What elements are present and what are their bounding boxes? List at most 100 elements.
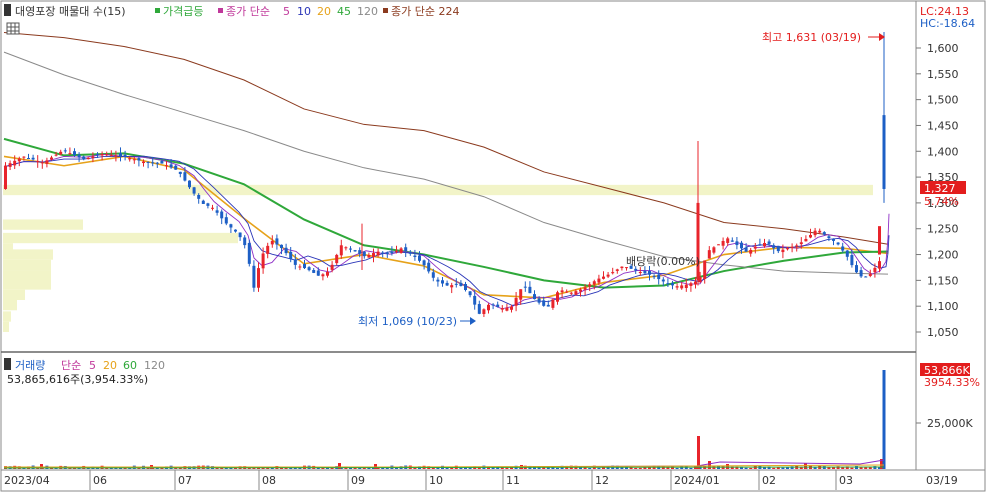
legend-ma224: 종가 단순 224: [391, 5, 459, 18]
candle-body: [799, 242, 803, 245]
candle-body: [482, 309, 486, 315]
candle-body: [243, 237, 247, 246]
y-tick-label: 1,550: [927, 68, 959, 81]
candle-body: [579, 289, 582, 292]
candle-body: [312, 270, 316, 273]
candle-body: [753, 246, 757, 249]
legend-vol-ma-60: 60: [123, 359, 137, 372]
candle-body: [855, 265, 858, 273]
candle-body: [859, 270, 863, 277]
candle-body: [385, 252, 389, 255]
candle-body: [487, 304, 490, 311]
candle-body: [211, 207, 214, 209]
volume-bar: [459, 467, 463, 469]
legend-stock: 대영포장 매물대 수(15): [15, 5, 126, 18]
legend-ma-45: 45: [337, 5, 351, 18]
candle-body: [878, 226, 881, 255]
candle-body: [17, 158, 21, 162]
candle-body: [367, 255, 371, 258]
candle-body: [54, 154, 58, 156]
candle-body: [445, 282, 449, 286]
candle-body: [781, 249, 785, 253]
candle-body: [565, 291, 569, 293]
candle-body: [215, 210, 219, 213]
candle-body: [473, 295, 477, 305]
volume-bar: [850, 467, 854, 469]
legend-vol-ma-20: 20: [103, 359, 117, 372]
candle-body: [546, 304, 550, 307]
candle-body: [326, 271, 329, 276]
candle-body: [836, 242, 840, 245]
y-tick-label: 1,500: [927, 94, 959, 107]
candle-body: [142, 161, 145, 164]
volume-profile-band: [3, 232, 238, 244]
candle-body: [362, 251, 366, 257]
candle-body: [86, 157, 90, 160]
candle-body: [740, 242, 743, 249]
candle-body: [813, 230, 817, 236]
candle-body: [606, 274, 610, 277]
candle-body: [551, 299, 555, 308]
volume-bar: [675, 467, 679, 469]
volume-bar: [841, 467, 845, 469]
candle-body: [514, 297, 518, 306]
candle-body: [758, 244, 762, 246]
candle-body: [151, 162, 155, 164]
candle-body: [809, 234, 812, 238]
candle-body: [22, 156, 26, 158]
candle-body: [776, 245, 780, 252]
candle-body: [505, 307, 509, 311]
candle-body: [224, 217, 228, 224]
candle-body: [349, 248, 352, 250]
x-tick-label: 08: [262, 474, 276, 487]
candle-body: [174, 165, 178, 170]
table-icon[interactable]: [6, 22, 20, 35]
volume-bar: [588, 467, 592, 469]
candle-body: [666, 283, 670, 285]
candle-body: [703, 260, 707, 280]
volume-bar: [804, 463, 807, 469]
candle-body: [335, 254, 339, 264]
volume-bar: [772, 467, 776, 469]
candle-body: [390, 252, 394, 254]
candle-body: [574, 291, 578, 295]
y-tick-label: 1,100: [927, 300, 959, 313]
volume-bar: [556, 467, 559, 469]
candle-body: [266, 245, 270, 254]
candle-body: [717, 244, 720, 246]
legend-bar-icon: [4, 358, 11, 370]
volume-tick-label: 25,000K: [927, 417, 973, 430]
candle-body: [795, 245, 799, 247]
candle-body: [36, 160, 40, 162]
y-tick-label: 1,600: [927, 42, 959, 55]
candle-body: [31, 157, 35, 160]
x-tick-label: 06: [93, 474, 107, 487]
legend-dot-icon: [383, 8, 388, 13]
legend-ma-120: 120: [357, 5, 378, 18]
candle-body: [427, 262, 431, 272]
candle-body: [252, 265, 256, 288]
candle-body: [804, 238, 808, 242]
candle-body: [592, 281, 596, 285]
legend-ma-10: 10: [297, 5, 311, 18]
y-tick-label: 1,250: [927, 223, 959, 236]
legend-price-surge: 가격급등: [163, 5, 203, 18]
x-tick-label: 02: [762, 474, 776, 487]
low-annotation: 최저 1,069 (10/23): [358, 315, 457, 328]
volume-profile-band: [3, 219, 83, 230]
legend-ma-5: 5: [283, 5, 290, 18]
candle-body: [882, 115, 886, 189]
candle-body: [454, 283, 458, 285]
candle-body: [556, 292, 559, 302]
candle-body: [818, 230, 822, 233]
candle-body: [597, 278, 601, 283]
candle-body: [648, 270, 651, 275]
legend-ma-label: 종가 단순: [226, 5, 270, 18]
candle-body: [694, 281, 697, 285]
candle-body: [192, 187, 196, 194]
candle-body: [431, 272, 435, 278]
candle-body: [721, 240, 725, 246]
candle-body: [197, 194, 201, 199]
candle-body: [569, 292, 573, 294]
candle-body: [459, 282, 463, 286]
